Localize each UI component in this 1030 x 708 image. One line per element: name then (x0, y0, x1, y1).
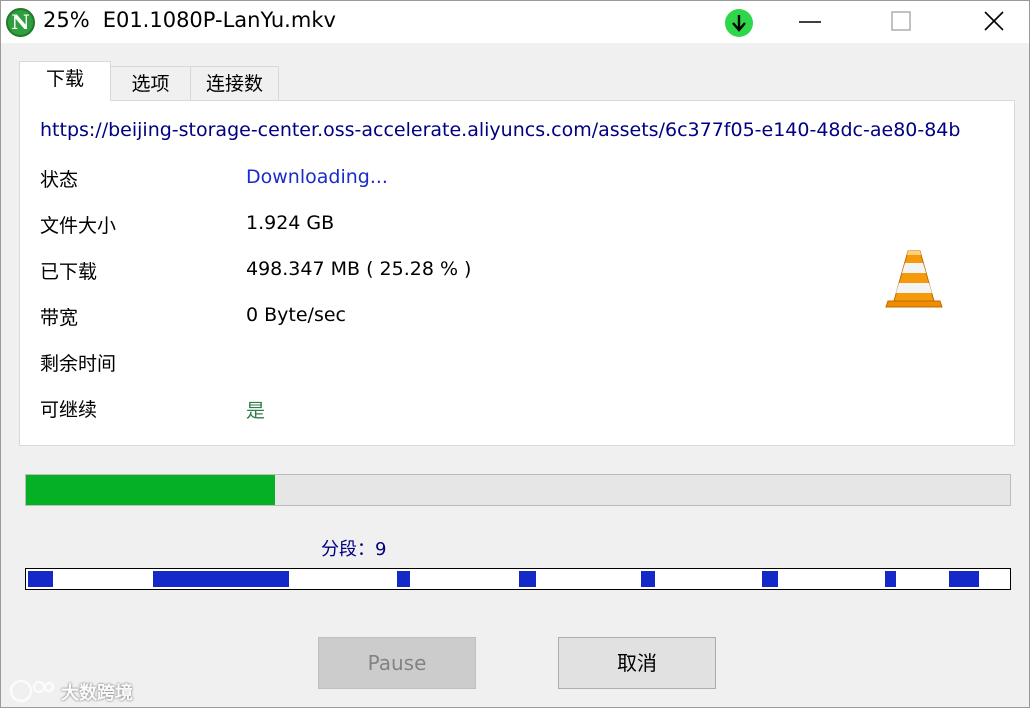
file-size-label: 文件大小 (40, 215, 117, 237)
tab-connections[interactable]: 连接数 (190, 66, 279, 102)
watermark-text: 大数跨境 (61, 683, 133, 704)
title-bar[interactable]: N 25% E01.1080P-LanYu.mkv (1, 1, 1029, 43)
close-icon (984, 11, 1004, 31)
segment-block (884, 571, 897, 587)
pause-button[interactable]: Pause (318, 637, 476, 689)
time-left-label: 剩余时间 (40, 353, 117, 375)
tab-options[interactable]: 选项 (110, 66, 191, 102)
minimize-button[interactable] (785, 1, 835, 43)
download-info-panel: https://beijing-storage-center.oss-accel… (19, 100, 1015, 446)
bandwidth-value: 0 Byte/sec (246, 304, 346, 326)
download-window: N 25% E01.1080P-LanYu.mkv 下载 选项 连接数 http… (0, 0, 1030, 708)
segment-block (949, 571, 979, 587)
watermark-logo-icon (9, 679, 55, 703)
bandwidth-label: 带宽 (40, 307, 79, 329)
segment-block (153, 571, 289, 587)
close-button[interactable] (969, 1, 1019, 43)
minimize-icon (799, 21, 821, 23)
cancel-button[interactable]: 取消 (558, 637, 716, 689)
file-size-value: 1.924 GB (246, 212, 335, 234)
segment-block (518, 571, 536, 587)
segment-block (640, 571, 656, 587)
download-arrow-icon (725, 9, 753, 37)
segments-map (25, 568, 1011, 590)
downloaded-value: 498.347 MB ( 25.28 % ) (246, 258, 472, 280)
segment-block (397, 571, 411, 587)
status-value: Downloading... (246, 166, 388, 188)
vlc-cone-icon (885, 250, 943, 308)
window-title: 25% E01.1080P-LanYu.mkv (43, 8, 336, 32)
watermark: 大数跨境 (9, 677, 149, 705)
tab-download[interactable]: 下载 (19, 61, 111, 101)
resumable-label: 可继续 (40, 399, 98, 421)
downloaded-label: 已下载 (40, 261, 98, 283)
title-percent: 25% (43, 8, 90, 32)
download-progress-bar (25, 474, 1011, 506)
progress-fill (26, 475, 275, 505)
resumable-value: 是 (246, 400, 266, 422)
app-icon-letter: N (11, 10, 30, 34)
segments-count-label: 分段：9 (321, 539, 387, 560)
download-url: https://beijing-storage-center.oss-accel… (40, 119, 961, 141)
segment-block (762, 571, 778, 587)
app-n-logo-icon: N (6, 8, 35, 37)
maximize-icon (891, 11, 911, 31)
segment-block (28, 571, 53, 587)
title-filename: E01.1080P-LanYu.mkv (102, 8, 336, 32)
status-label: 状态 (40, 169, 79, 191)
maximize-button[interactable] (875, 1, 925, 43)
